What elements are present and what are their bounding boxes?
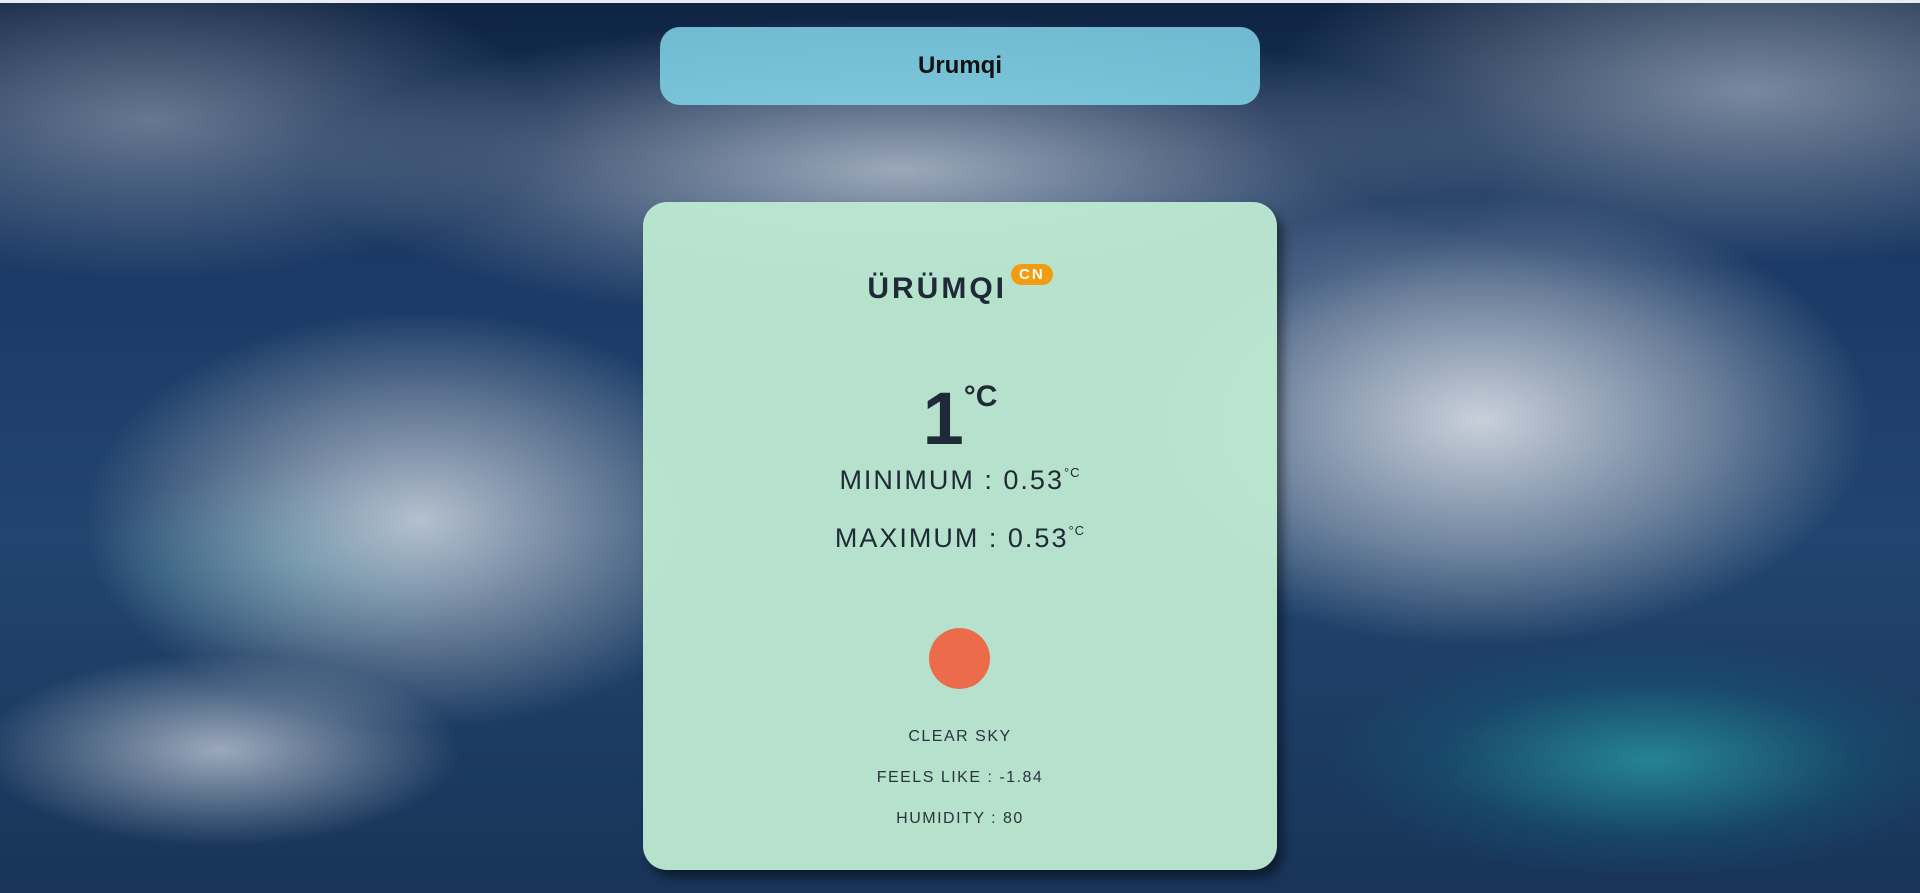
top-strip <box>0 0 1920 3</box>
temperature-unit: °C <box>963 380 998 413</box>
temperature-value: 1 <box>922 377 964 460</box>
city-name: ÜRÜMQI <box>867 271 1007 305</box>
city-search-header[interactable]: Urumqi <box>660 27 1260 105</box>
country-badge: CN <box>1010 264 1053 285</box>
feels-like: FEELS LIKE : -1.84 <box>876 769 1044 786</box>
maximum-temperature: MAXIMUM : 0.53°C <box>643 523 1277 554</box>
weather-card: ÜRÜMQI CN 1°C MINIMUM : 0.53°C MAXIMUM : … <box>643 202 1277 870</box>
minimum-temperature: MINIMUM : 0.53°C <box>643 465 1277 496</box>
city-header-title: Urumqi <box>918 52 1002 79</box>
maximum-unit: °C <box>1068 523 1086 538</box>
weather-description: CLEAR SKY <box>908 728 1012 745</box>
weather-app: Urumqi ÜRÜMQI CN 1°C MINIMUM : 0.53°C MAX… <box>0 0 1920 893</box>
temperature: 1°C <box>643 380 1277 456</box>
sun-icon <box>929 628 990 689</box>
humidity: HUMIDITY : 80 <box>896 810 1024 827</box>
minimum-label: MINIMUM : 0.53 <box>839 465 1064 495</box>
maximum-label: MAXIMUM : 0.53 <box>834 523 1069 553</box>
city-name-row: ÜRÜMQI CN <box>643 264 1277 306</box>
minimum-unit: °C <box>1063 465 1081 480</box>
